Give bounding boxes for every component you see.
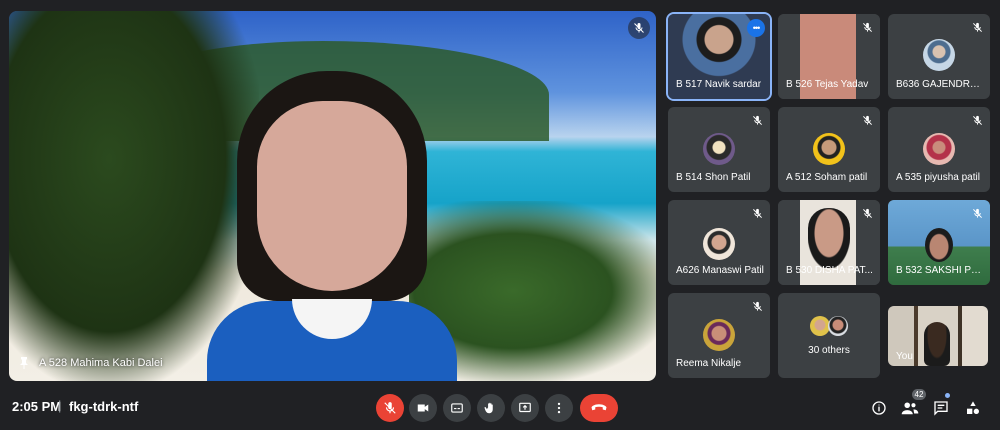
avatar — [703, 319, 735, 351]
avatar — [813, 133, 845, 165]
meeting-code: fkg-tdrk-ntf — [69, 399, 139, 414]
meeting-details-button[interactable] — [867, 396, 891, 420]
others-count: 30 others — [808, 345, 850, 356]
participant-name: A626 Manaswi Patil — [676, 265, 764, 276]
mic-off-icon — [749, 112, 765, 128]
camera-toggle-button[interactable] — [409, 394, 437, 422]
mic-off-icon — [859, 205, 875, 221]
participant-tile-b636[interactable]: B636 GAJENDRA ... — [888, 14, 990, 99]
participant-tile-a512[interactable]: A 512 Soham patil — [778, 107, 880, 192]
participant-name: B 526 Tejas Yadav — [786, 79, 869, 90]
avatar — [923, 39, 955, 71]
self-view-tile[interactable]: You — [888, 306, 988, 366]
hand-icon — [484, 402, 493, 414]
chat-button[interactable] — [929, 396, 953, 420]
more-options-icon[interactable]: ••• — [747, 19, 765, 37]
avatar — [703, 228, 735, 260]
participant-name: B 517 Navik sardar — [676, 79, 762, 90]
mic-off-icon — [969, 19, 985, 35]
more-options-button[interactable] — [545, 394, 573, 422]
camera-icon — [417, 404, 429, 412]
main-speaker-name: A 528 Mahima Kabi Dalei — [39, 357, 163, 369]
participant-name: Reema Nikalje — [676, 358, 742, 369]
captions-button[interactable] — [443, 394, 471, 422]
mic-off-icon — [384, 402, 396, 414]
mic-off-icon — [628, 17, 650, 39]
pin-icon — [20, 357, 28, 369]
captions-icon — [451, 403, 463, 413]
mic-off-icon — [969, 112, 985, 128]
mic-off-icon — [859, 19, 875, 35]
hang-up-icon — [591, 404, 607, 411]
participant-tile-a626[interactable]: A626 Manaswi Patil — [668, 200, 770, 285]
participant-name: B 514 Shon Patil — [676, 172, 751, 183]
participant-tile-b517[interactable]: ••• B 517 Navik sardar — [668, 14, 770, 99]
people-button[interactable] — [898, 396, 922, 420]
activities-button[interactable] — [961, 396, 985, 420]
avatar — [703, 133, 735, 165]
participant-tile-others[interactable]: 30 others — [778, 293, 880, 378]
mic-off-icon — [969, 205, 985, 221]
speaker-figure — [207, 71, 457, 381]
current-time: 2:05 PM — [12, 399, 62, 414]
chat-icon — [934, 401, 948, 416]
leave-call-button[interactable] — [580, 394, 618, 422]
main-speaker-name-tag: A 528 Mahima Kabi Dalei — [19, 357, 163, 369]
present-screen-button[interactable] — [511, 394, 539, 422]
people-icon — [901, 402, 919, 415]
participant-name: B 530 DISHA PAT... — [786, 265, 873, 276]
avatar — [810, 316, 830, 336]
main-speaker-video[interactable]: A 528 Mahima Kabi Dalei — [9, 11, 656, 381]
microphone-toggle-button[interactable] — [376, 394, 404, 422]
info-icon — [872, 401, 886, 415]
more-vert-icon — [557, 402, 561, 414]
mic-off-icon — [749, 298, 765, 314]
participant-name: B 532 SAKSHI PH... — [896, 265, 984, 276]
activities-icon — [967, 401, 979, 414]
participant-tile-b532[interactable]: B 532 SAKSHI PH... — [888, 200, 990, 285]
mic-off-icon — [749, 205, 765, 221]
meeting-toolbar: 2:05 PM | fkg-tdrk-ntf 42 — [0, 385, 1000, 430]
participant-tile-b514[interactable]: B 514 Shon Patil — [668, 107, 770, 192]
participant-tile-b530[interactable]: B 530 DISHA PAT... — [778, 200, 880, 285]
participant-tile-reema[interactable]: Reema Nikalje — [668, 293, 770, 378]
participant-name: You — [896, 351, 913, 362]
avatar — [828, 316, 848, 336]
mic-off-icon — [859, 112, 875, 128]
participant-tile-a535[interactable]: A 535 piyusha patil — [888, 107, 990, 192]
participant-name: A 535 piyusha patil — [896, 172, 980, 183]
participant-name: B636 GAJENDRA ... — [896, 79, 984, 90]
toolbar-separator: | — [58, 398, 62, 413]
avatar — [923, 133, 955, 165]
participant-name: A 512 Soham patil — [786, 172, 868, 183]
raise-hand-button[interactable] — [477, 394, 505, 422]
participant-tile-b526[interactable]: B 526 Tejas Yadav — [778, 14, 880, 99]
present-icon — [519, 402, 531, 413]
